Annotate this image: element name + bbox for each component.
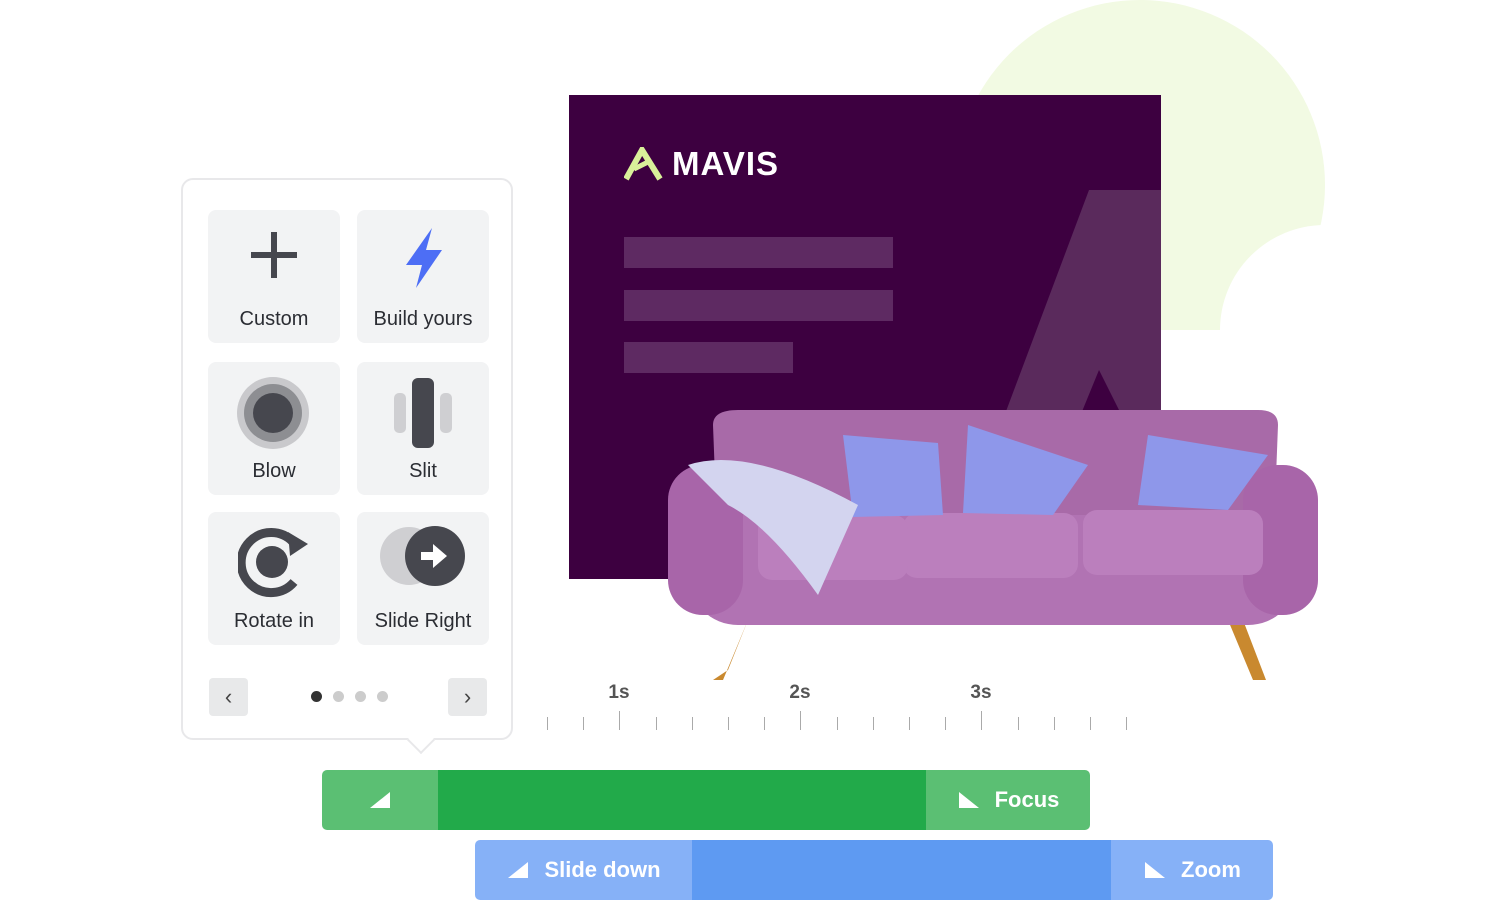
animation-card-slide-right[interactable]: Slide Right: [357, 512, 489, 645]
ruler-tick: [909, 717, 910, 730]
mavis-logo: MAVIS: [624, 145, 779, 183]
animation-card-slit[interactable]: Slit: [357, 362, 489, 495]
ruler-tick: [691, 717, 693, 730]
mavis-logo-icon: [624, 147, 663, 181]
logo-text: MAVIS: [672, 145, 780, 182]
blow-icon: [237, 377, 309, 449]
card-label: Blow: [252, 460, 296, 482]
prev-page-button[interactable]: ‹: [209, 678, 248, 716]
card-label: Build yours: [373, 308, 473, 330]
placeholder-line: [624, 342, 793, 373]
exit-segment[interactable]: Focus: [926, 770, 1090, 830]
ruler-tick: [1053, 717, 1055, 730]
exit-segment[interactable]: Zoom: [1111, 840, 1273, 900]
time-label: 2s: [789, 682, 811, 703]
ramp-in-icon: [508, 862, 529, 878]
ruler-tick: [547, 717, 548, 730]
animation-card-blow[interactable]: Blow: [208, 362, 340, 495]
ruler-tick: [728, 717, 729, 730]
card-label: Rotate in: [233, 610, 315, 632]
sofa-image: [668, 410, 1318, 680]
lightning-icon: [406, 228, 442, 288]
plus-icon: [251, 232, 297, 278]
ruler-tick: [800, 711, 802, 730]
ruler-tick: [836, 717, 838, 730]
ruler-tick: [1090, 717, 1091, 730]
hold-segment[interactable]: [692, 840, 1111, 900]
time-label: 3s: [970, 682, 992, 703]
animation-picker-panel: Custom Build yours Blow Slit Rotate in S…: [181, 178, 513, 740]
card-label: Slit: [409, 460, 437, 482]
card-label: Slide Right: [374, 610, 472, 632]
ruler-tick: [583, 717, 585, 730]
ruler-tick: [945, 717, 947, 730]
enter-segment[interactable]: Slide down: [475, 840, 692, 900]
animation-card-build-yours[interactable]: Build yours: [357, 210, 489, 343]
enter-segment[interactable]: [322, 770, 438, 830]
timeline-track-focus[interactable]: Focus: [322, 770, 1090, 830]
page-dot[interactable]: [377, 691, 388, 702]
exit-animation-label: Focus: [994, 787, 1060, 812]
chevron-left-icon: ‹: [224, 684, 233, 709]
ruler-tick: [764, 717, 766, 730]
ruler-tick: [872, 717, 874, 730]
hold-segment[interactable]: [438, 770, 926, 830]
animation-card-custom[interactable]: Custom: [208, 210, 340, 343]
next-page-button[interactable]: ›: [448, 678, 487, 716]
page-dot[interactable]: [333, 691, 344, 702]
ramp-in-icon: [370, 792, 390, 808]
ruler-tick: [981, 711, 983, 730]
card-label: Custom: [239, 308, 309, 330]
placeholder-line: [624, 290, 893, 321]
slide-right-icon: [380, 526, 465, 586]
ruler-tick: [655, 717, 657, 730]
ruler-tick: [1017, 717, 1019, 730]
timeline-track-slide-down[interactable]: Slide down Zoom: [475, 840, 1273, 900]
rotate-icon: [238, 528, 308, 598]
page-dot[interactable]: [311, 691, 322, 702]
ruler-tick: [619, 711, 621, 730]
animation-card-rotate-in[interactable]: Rotate in: [208, 512, 340, 645]
enter-animation-label: Slide down: [544, 857, 661, 882]
time-label: 1s: [608, 682, 630, 703]
ramp-out-icon: [958, 792, 979, 808]
page-indicator: [311, 691, 388, 702]
placeholder-line: [624, 237, 893, 268]
exit-animation-label: Zoom: [1181, 857, 1241, 882]
chevron-right-icon: ›: [463, 684, 472, 709]
ramp-out-icon: [1145, 862, 1166, 878]
page-dot[interactable]: [355, 691, 366, 702]
slit-icon: [394, 378, 452, 448]
ruler-tick: [1126, 717, 1128, 730]
